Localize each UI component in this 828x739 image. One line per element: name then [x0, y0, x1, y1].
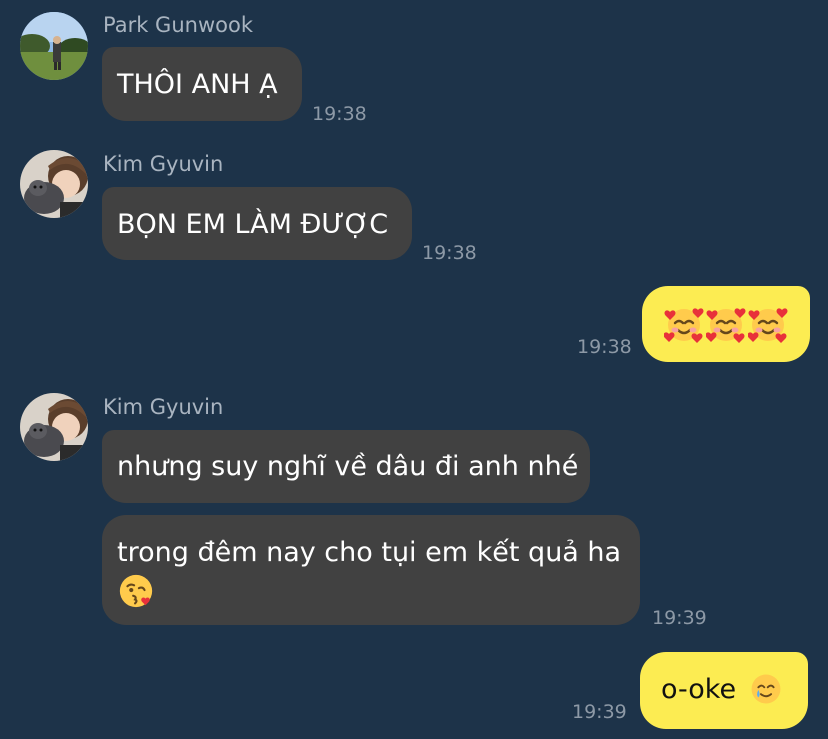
message-bubble[interactable]: trong đêm nay cho tụi em kết quả ha [102, 515, 640, 625]
sender-name: Park Gunwook [103, 13, 253, 37]
message-timestamp: 19:38 [422, 242, 477, 264]
message-text: trong đêm nay cho tụi em kết quả ha [117, 537, 622, 568]
avatar-park-gunwook[interactable] [20, 12, 88, 80]
chat-window[interactable]: Park Gunwook THÔI ANH Ạ 19:38 Kim Gyuvin… [0, 0, 828, 739]
kim-gyuvin-avatar-icon [20, 150, 88, 218]
smiling-face-with-hearts-emoji [664, 304, 704, 344]
message-bubble[interactable]: o-oke [640, 652, 808, 729]
message-bubble[interactable]: THÔI ANH Ạ [102, 47, 302, 121]
message-bubble[interactable]: nhưng suy nghĩ về dâu đi anh nhé [102, 430, 590, 503]
message-text: o-oke [661, 674, 737, 705]
park-gunwook-avatar-icon [20, 12, 88, 80]
smiling-face-with-hearts-emoji [748, 304, 788, 344]
avatar-kim-gyuvin[interactable] [20, 393, 88, 461]
message-timestamp: 19:38 [312, 103, 367, 125]
sender-name: Kim Gyuvin [103, 152, 224, 176]
message-bubble[interactable] [642, 286, 810, 362]
message-timestamp: 19:39 [652, 607, 707, 629]
message-text: BỌN EM LÀM ĐƯỢC [117, 209, 389, 240]
kim-gyuvin-avatar-icon [20, 393, 88, 461]
message-timestamp: 19:39 [572, 701, 627, 723]
avatar-kim-gyuvin[interactable] [20, 150, 88, 218]
face-blowing-kiss-emoji [117, 572, 155, 610]
sender-name: Kim Gyuvin [103, 395, 224, 419]
smiling-face-with-tear-emoji [749, 672, 783, 706]
message-text: THÔI ANH Ạ [117, 69, 278, 100]
message-text: nhưng suy nghĩ về dâu đi anh nhé [117, 451, 579, 482]
message-timestamp: 19:38 [577, 336, 632, 358]
smiling-face-with-hearts-emoji [706, 304, 746, 344]
message-bubble[interactable]: BỌN EM LÀM ĐƯỢC [102, 187, 412, 260]
